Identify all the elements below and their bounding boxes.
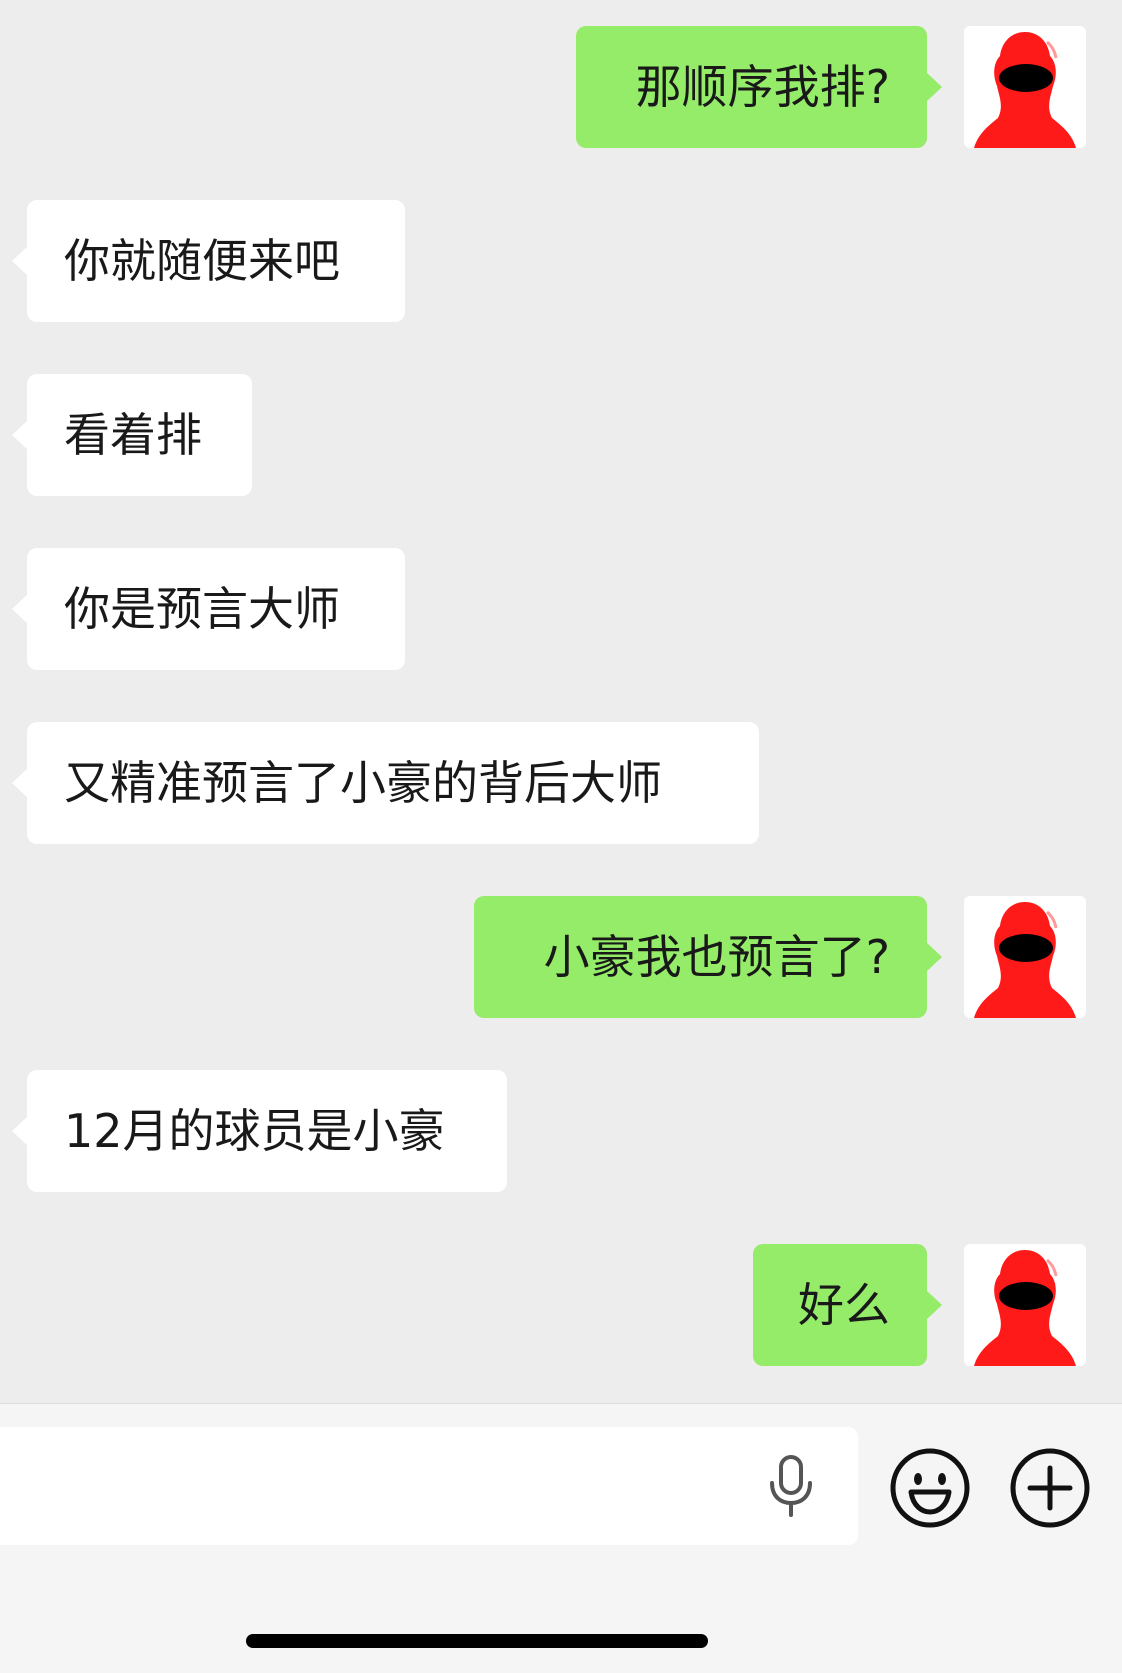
- chat-area: 那顺序我排? 你就随便来吧 看着排 你是预言大师 又精准预言了小豪的背后大师 小…: [0, 0, 1122, 1403]
- input-bar: [0, 1403, 1122, 1673]
- red-figure-icon: [974, 902, 1076, 1018]
- user-avatar[interactable]: [964, 1244, 1086, 1366]
- message-bubble-outgoing[interactable]: 好么: [753, 1244, 942, 1366]
- home-indicator: [246, 1634, 708, 1648]
- message-bubble-incoming[interactable]: 你是预言大师: [12, 548, 405, 670]
- message-bubble-outgoing[interactable]: 那顺序我排?: [576, 26, 942, 148]
- microphone-icon[interactable]: [766, 1453, 816, 1519]
- message-bubble-incoming[interactable]: 又精准预言了小豪的背后大师: [12, 722, 759, 844]
- message-bubble-outgoing[interactable]: 小豪我也预言了?: [474, 896, 942, 1018]
- message-bubble-incoming[interactable]: 12月的球员是小豪: [12, 1070, 507, 1192]
- emoji-icon[interactable]: [888, 1446, 972, 1530]
- user-avatar[interactable]: [964, 26, 1086, 148]
- message-bubble-incoming[interactable]: 看着排: [12, 374, 252, 496]
- message-bubble-incoming[interactable]: 你就随便来吧: [12, 200, 405, 322]
- red-figure-icon: [974, 1250, 1076, 1366]
- message-input[interactable]: [0, 1427, 858, 1545]
- user-avatar[interactable]: [964, 896, 1086, 1018]
- red-figure-icon: [974, 32, 1076, 148]
- plus-icon[interactable]: [1008, 1446, 1092, 1530]
